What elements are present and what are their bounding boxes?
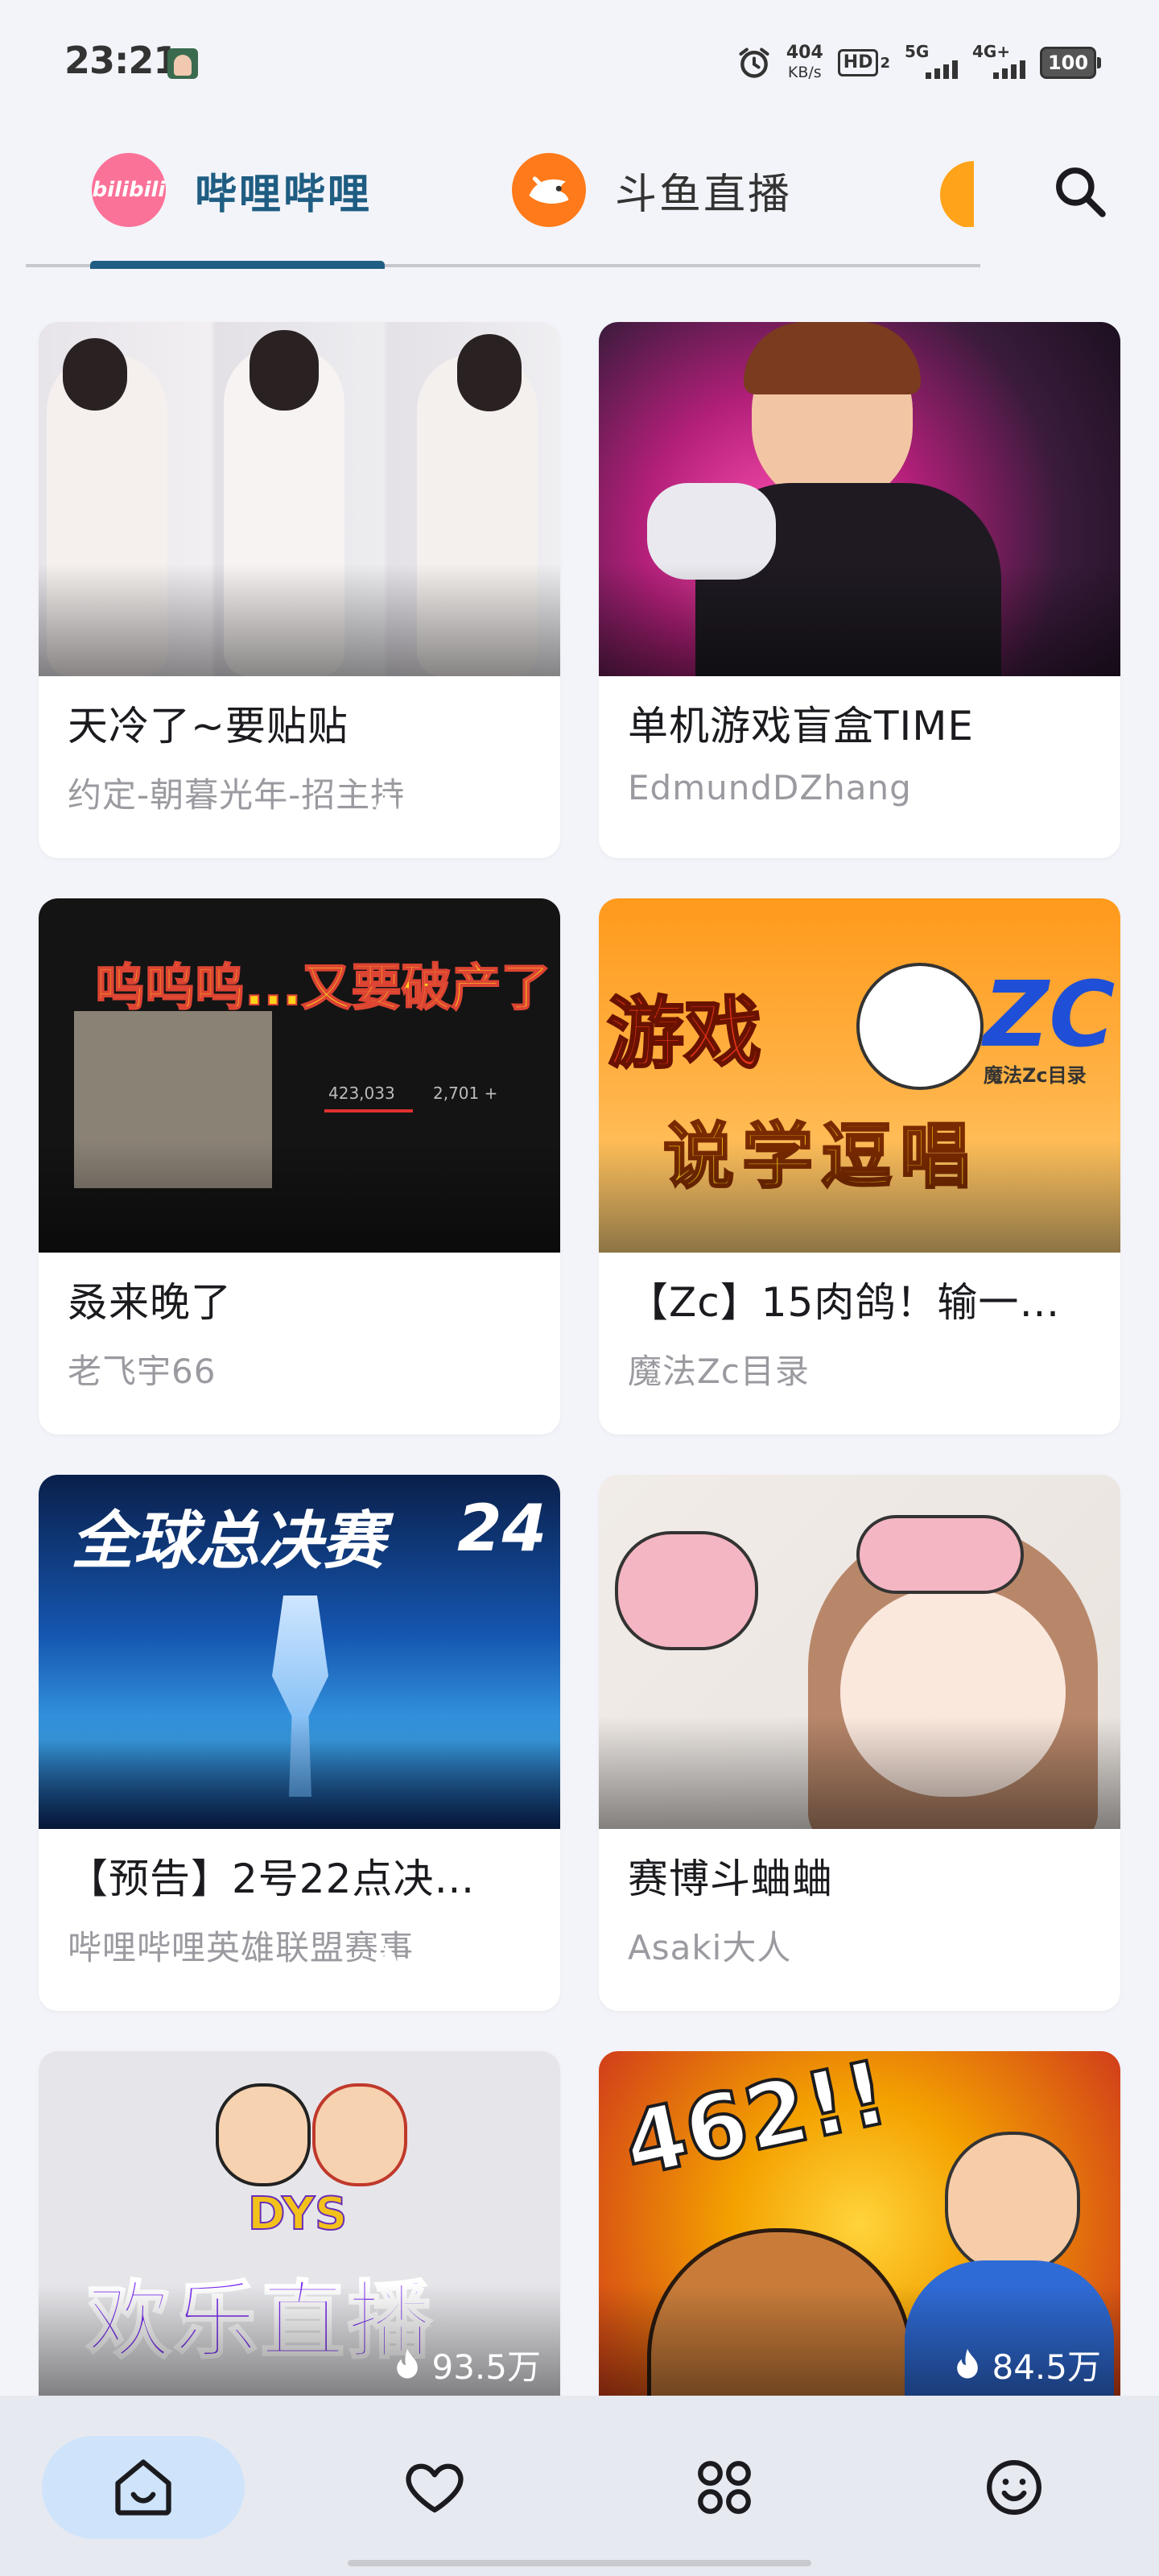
bilibili-logo-icon: bilibili	[92, 153, 166, 227]
nav-profile[interactable]	[913, 2436, 1116, 2539]
flame-icon	[935, 790, 957, 819]
tab-douyu-label: 斗鱼直播	[615, 170, 793, 219]
popularity-value: 159.3万	[410, 1365, 541, 1405]
smile-icon	[987, 2460, 1041, 2515]
popularity-value: 120.1万	[970, 1942, 1101, 1981]
stream-card[interactable]: 全球总决赛 24 123.4万 【预告】2号22点决… 哔哩哔哩英雄联盟赛事	[39, 1475, 560, 2011]
stream-card[interactable]: 182.3万 天冷了~要贴贴 约定-朝暮光年-招主持	[39, 322, 560, 858]
stream-title: 单机游戏盲盒TIME	[628, 703, 975, 749]
stream-card[interactable]: 168.2万 单机游戏盲盒TIME EdmundDZhang	[599, 322, 1120, 858]
popularity-count: 168.2万	[930, 782, 1101, 831]
thumbnail-stat-2: 2,701 +	[433, 1084, 498, 1103]
stream-thumbnail	[39, 322, 560, 676]
stream-title: 叒来晚了	[68, 1279, 232, 1326]
thumbnail-stat-1: 423,033	[328, 1084, 395, 1103]
status-bar: 23:21 404 KB/s HD 2 5G 4G+ 100	[0, 0, 1159, 121]
hd-sub: 2	[880, 54, 890, 72]
tab-bilibili[interactable]: bilibili 哔哩哔哩	[92, 150, 372, 230]
stream-card[interactable]: 120.1万 赛博斗蛐蛐 Asaki大人	[599, 1475, 1120, 2011]
signal-4g-icon: 4G+	[972, 42, 1025, 80]
thumbnail-caption: 欢乐直播	[85, 2271, 435, 2372]
hd-voice-badge: HD 2	[837, 49, 890, 76]
popularity-value: 182.3万	[410, 789, 541, 828]
popularity-count: 93.5万	[391, 2340, 541, 2389]
tab-douyu[interactable]: 斗鱼直播	[512, 150, 792, 230]
popularity-value: 123.4万	[410, 1942, 541, 1981]
battery-icon: 100	[1040, 47, 1101, 79]
stream-title: 赛博斗蛐蛐	[628, 1856, 833, 1902]
search-icon	[1056, 167, 1106, 217]
alarm-icon	[739, 47, 769, 78]
notification-app-icon	[167, 48, 198, 79]
flame-icon	[935, 1942, 957, 1972]
nav-favorites[interactable]	[333, 2436, 536, 2539]
flame-icon	[957, 2348, 979, 2378]
popularity-value: 168.2万	[970, 789, 1101, 828]
tab-huya-partial-logo-icon[interactable]	[940, 161, 974, 227]
thumbnail-caption: 游戏	[606, 988, 763, 1080]
thumbnail-subtitle: DYS	[247, 2187, 348, 2241]
flame-icon	[375, 790, 397, 819]
popularity-value: 84.5万	[992, 2347, 1101, 2387]
popularity-count: 124.1万	[930, 1358, 1101, 1407]
grid-icon	[698, 2461, 751, 2514]
hd-label: HD	[837, 49, 879, 76]
nav-home[interactable]	[42, 2436, 245, 2539]
stream-card[interactable]: 游戏 ZC 魔法Zc目录 说学逗唱 124.1万 【Zc】15肉鸽！输一… 魔法…	[599, 898, 1120, 1435]
popularity-count: 159.3万	[370, 1358, 541, 1407]
network-speed-value: 404	[786, 43, 823, 63]
network-speed: 404 KB/s	[786, 43, 823, 82]
network-speed-unit: KB/s	[787, 64, 822, 81]
tab-active-indicator	[90, 261, 385, 269]
bottom-navigation	[0, 2396, 1159, 2576]
stream-title: 【预告】2号22点决…	[68, 1856, 476, 1902]
platform-tab-bar: bilibili 哔哩哔哩 斗鱼直播	[0, 121, 1159, 274]
flame-icon	[935, 1366, 957, 1396]
signal-5g-icon: 5G	[905, 42, 958, 80]
stream-thumbnail	[599, 322, 1120, 676]
thumbnail-subtitle: 魔法Zc目录	[984, 1064, 1087, 1087]
stream-card[interactable]: 呜呜呜...又要破产了 423,033 2,701 + 159.3万 叒来晚了 …	[39, 898, 560, 1435]
tab-bilibili-label: 哔哩哔哩	[195, 170, 373, 219]
thumbnail-caption: 呜呜呜...又要破产了	[94, 957, 552, 1018]
signal-4g-label: 4G+	[972, 42, 1011, 61]
popularity-count: 123.4万	[370, 1934, 541, 1984]
flame-icon	[397, 2348, 419, 2378]
stream-title: 天冷了~要贴贴	[68, 703, 349, 749]
popularity-count: 84.5万	[951, 2340, 1101, 2389]
thumbnail-number: 24	[457, 1491, 547, 1566]
gesture-home-indicator[interactable]	[348, 2560, 811, 2566]
popularity-count: 182.3万	[370, 782, 541, 831]
douyu-logo-icon	[512, 153, 586, 227]
flame-icon	[375, 1366, 397, 1396]
stream-thumbnail: 呜呜呜...又要破产了 423,033 2,701 +	[39, 898, 560, 1253]
stream-thumbnail: 全球总决赛 24	[39, 1475, 560, 1829]
stream-title: 【Zc】15肉鸽！输一…	[628, 1279, 1061, 1326]
thumbnail-caption-2: 说学逗唱	[662, 1114, 980, 1199]
heart-icon	[406, 2463, 464, 2513]
flame-icon	[375, 1942, 397, 1972]
thumbnail-caption: 全球总决赛	[71, 1505, 386, 1578]
search-button[interactable]	[1046, 158, 1114, 225]
popularity-value: 124.1万	[970, 1365, 1101, 1405]
nav-categories[interactable]	[623, 2436, 826, 2539]
status-icons: 404 KB/s HD 2 5G 4G+ 100	[736, 39, 1101, 87]
stream-thumbnail	[599, 1475, 1120, 1829]
thumbnail-logo: ZC	[984, 963, 1116, 1067]
popularity-count: 120.1万	[930, 1934, 1101, 1984]
status-time: 23:21	[64, 39, 179, 82]
popularity-value: 93.5万	[431, 2347, 541, 2387]
home-icon	[115, 2459, 171, 2516]
stream-thumbnail: 游戏 ZC 魔法Zc目录 说学逗唱	[599, 898, 1120, 1253]
thumbnail-caption: 462!!	[613, 2051, 897, 2198]
signal-5g-label: 5G	[905, 42, 930, 61]
